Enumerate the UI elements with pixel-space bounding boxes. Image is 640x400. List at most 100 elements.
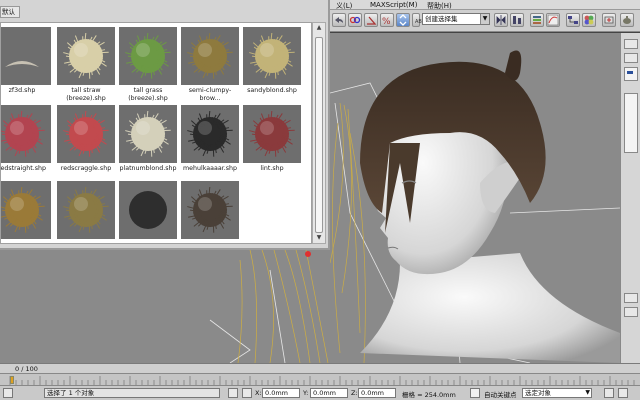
material-label: zf3d.shp bbox=[8, 87, 36, 94]
modifier-stack-icon bbox=[627, 71, 633, 74]
material-thumbnail[interactable] bbox=[119, 105, 177, 163]
material-thumbnail[interactable] bbox=[1, 27, 51, 85]
status-message: 选择了 1 个对象 bbox=[44, 388, 220, 398]
scroll-up-icon[interactable]: ▲ bbox=[313, 23, 325, 33]
hair-swatch-icon bbox=[249, 110, 295, 157]
hair-swatch-icon bbox=[249, 32, 295, 79]
key-icon[interactable] bbox=[470, 388, 480, 398]
time-slider[interactable]: 0 / 100 bbox=[0, 364, 640, 374]
hair-swatch-icon bbox=[187, 32, 233, 79]
layers-icon bbox=[533, 16, 541, 24]
goto-start-icon[interactable] bbox=[604, 388, 614, 398]
material-editor-button[interactable] bbox=[582, 13, 596, 27]
modifier-stack-list[interactable] bbox=[624, 93, 638, 153]
hair-bun bbox=[505, 50, 522, 81]
chevron-down-icon[interactable]: ▼ bbox=[585, 389, 590, 397]
material-thumbnail[interactable] bbox=[243, 27, 301, 85]
material-browser-panel: 默认 zf3d.shp tall straw (breeze).shp tall g… bbox=[0, 0, 330, 250]
curve-editor-button[interactable] bbox=[546, 13, 560, 27]
material-thumbnail[interactable] bbox=[57, 27, 115, 85]
svg-text:%: % bbox=[382, 17, 391, 26]
play-icon[interactable] bbox=[618, 388, 628, 398]
schematic-view-button[interactable] bbox=[566, 13, 580, 27]
y-coordinate-field[interactable]: 0.0mm bbox=[310, 388, 348, 398]
schematic-icon bbox=[568, 16, 578, 24]
time-cursor-icon[interactable] bbox=[10, 376, 14, 384]
material-label: platnumblond.shp bbox=[119, 165, 177, 172]
render-button[interactable] bbox=[620, 13, 634, 27]
align-icon bbox=[513, 16, 521, 24]
pivot-marker[interactable] bbox=[305, 251, 311, 257]
chevron-down-icon[interactable]: ▼ bbox=[480, 14, 489, 24]
percent-snap-button[interactable]: % bbox=[380, 13, 394, 27]
grid-size: 栅格 = 254.0mm bbox=[402, 391, 456, 399]
spinner-snap-button[interactable] bbox=[396, 13, 410, 27]
z-coordinate-field[interactable]: 0.0mm bbox=[358, 388, 396, 398]
cmd-scroll-down[interactable] bbox=[624, 307, 638, 317]
absolute-mode-icon[interactable] bbox=[242, 388, 252, 398]
menu-bar: 义(L) MAXScript(M) 帮助(H) bbox=[330, 0, 640, 10]
material-thumbnail[interactable] bbox=[181, 27, 239, 85]
lock-icon[interactable] bbox=[228, 388, 238, 398]
y-label: Y: bbox=[303, 389, 309, 397]
perspective-viewport[interactable] bbox=[330, 33, 620, 363]
material-thumbnail[interactable] bbox=[119, 181, 177, 239]
maxscript-listener-icon[interactable] bbox=[3, 388, 13, 398]
viewport-left-extension bbox=[0, 250, 330, 363]
hair-swatch-icon bbox=[125, 110, 171, 157]
cmd-modify-tab[interactable] bbox=[624, 53, 638, 63]
material-label: lint.shp bbox=[260, 165, 284, 172]
named-selection-set-dropdown[interactable]: 创建选择集 ▼ bbox=[422, 13, 490, 25]
scroll-thumb[interactable] bbox=[315, 37, 323, 233]
key-filter-dropdown[interactable]: 选定对象 ▼ bbox=[522, 388, 592, 398]
material-label: semi-clumpy-brow... bbox=[188, 87, 232, 102]
hair-swatch-icon bbox=[187, 110, 233, 157]
command-panel bbox=[620, 33, 640, 363]
material-label: redstraight.shp bbox=[0, 165, 46, 172]
autokey-label[interactable]: 自动关键点 bbox=[484, 389, 517, 399]
hair-swatch-icon bbox=[5, 61, 39, 67]
material-thumbnail[interactable] bbox=[119, 27, 177, 85]
material-thumbnail[interactable] bbox=[57, 181, 115, 239]
menu-item-maxscript[interactable]: MAXScript(M) bbox=[370, 1, 417, 9]
spinner-snap-icon bbox=[399, 14, 407, 26]
select-link-button[interactable] bbox=[348, 13, 362, 27]
frame-counter: 0 / 100 bbox=[15, 365, 38, 373]
viewport-left-scene bbox=[209, 250, 329, 363]
angle-snap-button[interactable] bbox=[364, 13, 378, 27]
selection-set-value: 创建选择集 bbox=[425, 15, 458, 23]
mirror-icon bbox=[496, 15, 506, 25]
material-thumbnail[interactable] bbox=[181, 105, 239, 163]
percent-snap-icon: % bbox=[382, 17, 391, 26]
material-thumbnail[interactable] bbox=[243, 105, 301, 163]
cmd-scroll-up[interactable] bbox=[624, 293, 638, 303]
z-label: Z: bbox=[351, 389, 358, 397]
material-grid: zf3d.shp tall straw (breeze).shp tall gras… bbox=[0, 22, 312, 244]
viewport-scene bbox=[330, 50, 620, 363]
material-label: redscraggle.shp bbox=[60, 165, 112, 172]
material-label: tall straw (breeze).shp bbox=[66, 87, 106, 102]
cmd-list-box[interactable] bbox=[624, 67, 638, 81]
link-icon bbox=[349, 16, 361, 24]
edit-named-sel-button[interactable]: ABC bbox=[412, 13, 425, 27]
material-thumbnail[interactable] bbox=[57, 105, 115, 163]
browser-tab-default[interactable]: 默认 bbox=[0, 6, 20, 18]
x-coordinate-field[interactable]: 0.0mm bbox=[262, 388, 300, 398]
layer-manager-button[interactable] bbox=[530, 13, 544, 27]
hair-swatch-icon bbox=[63, 110, 109, 157]
align-button[interactable] bbox=[510, 13, 524, 27]
undo-icon bbox=[335, 17, 343, 23]
material-thumbnail[interactable] bbox=[181, 181, 239, 239]
undo-button[interactable] bbox=[332, 13, 346, 27]
render-setup-button[interactable] bbox=[602, 13, 616, 27]
scroll-down-icon[interactable]: ▼ bbox=[313, 233, 325, 243]
browser-scrollbar[interactable]: ▲ ▼ bbox=[312, 22, 326, 244]
material-label: sandyblond.shp bbox=[247, 87, 297, 94]
hair-swatch-icon bbox=[1, 110, 45, 157]
key-filter-value: 选定对象 bbox=[525, 389, 551, 397]
material-thumbnail[interactable] bbox=[1, 181, 51, 239]
mirror-button[interactable] bbox=[494, 13, 508, 27]
material-thumbnail[interactable] bbox=[1, 105, 51, 163]
hair-swatch-icon bbox=[187, 186, 233, 233]
cmd-create-tab[interactable] bbox=[624, 39, 638, 49]
